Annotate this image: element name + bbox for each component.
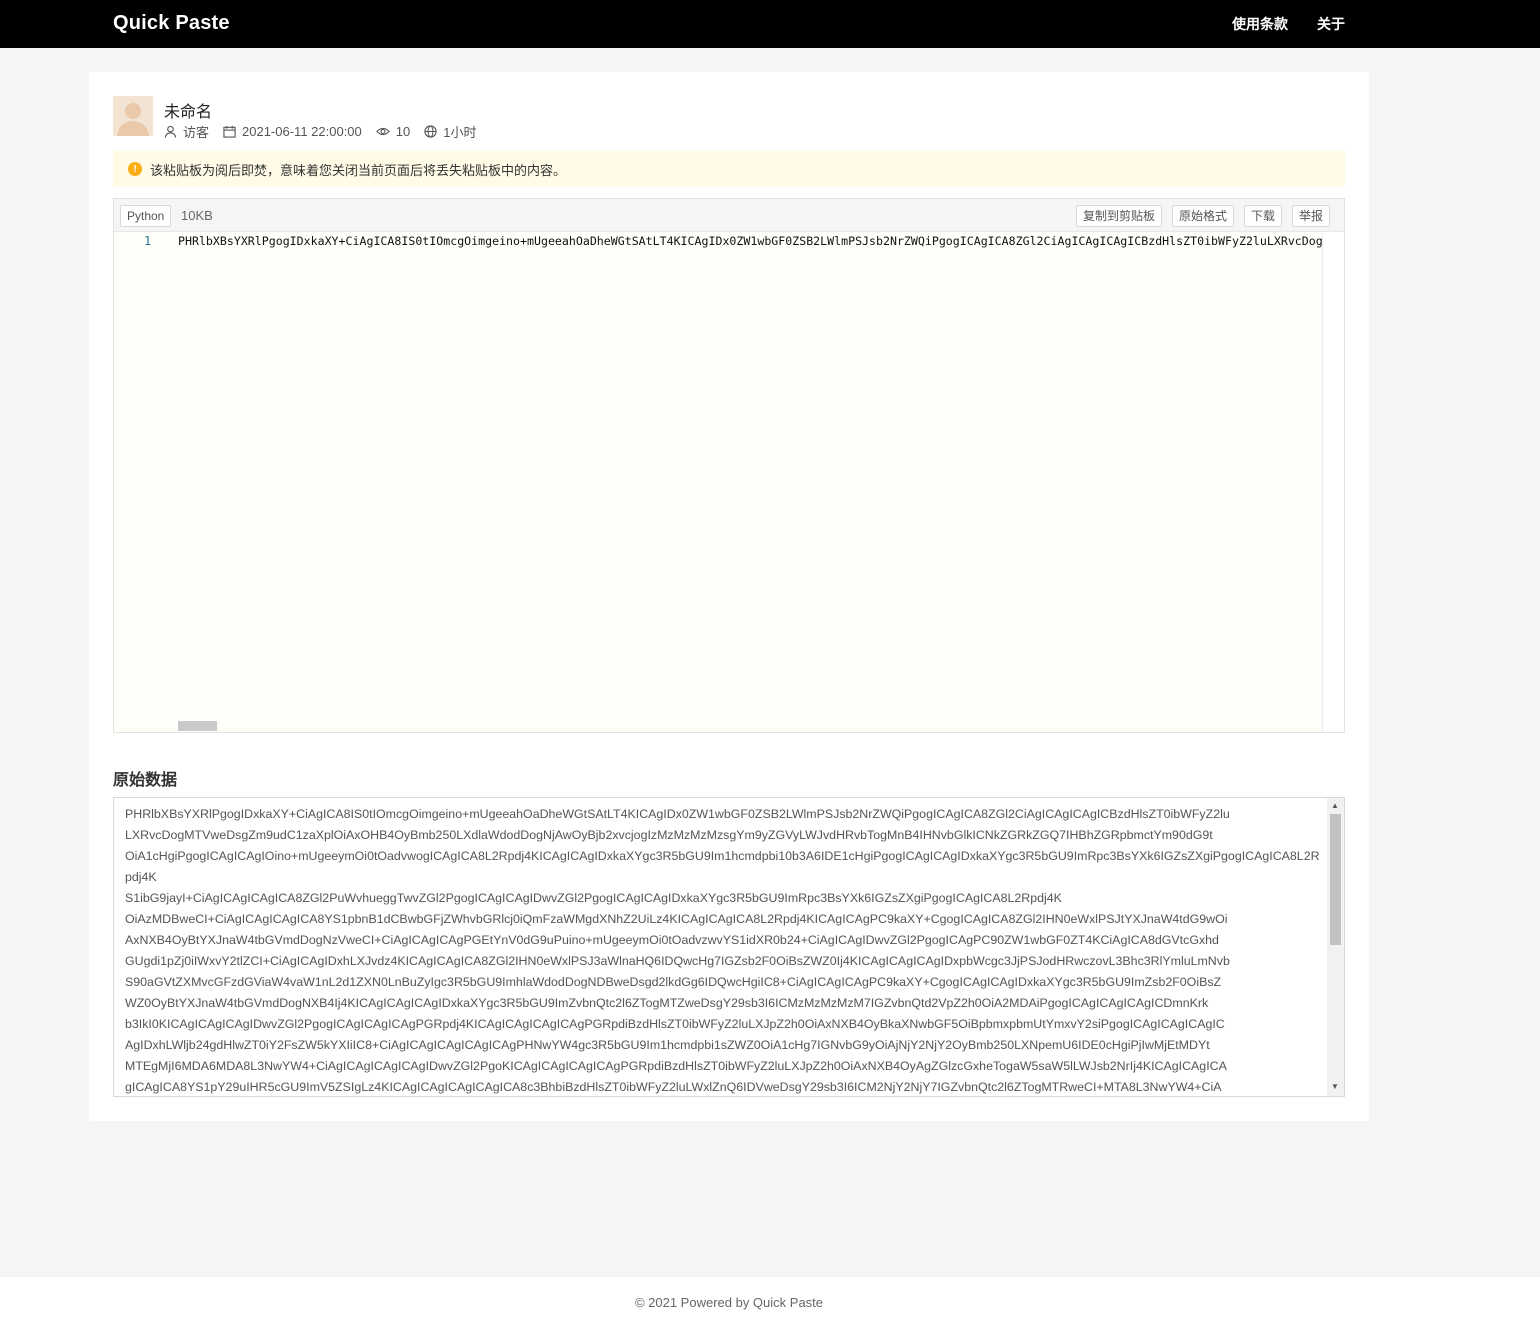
paste-title: 未命名: [164, 104, 213, 121]
raw-data-line: MTEgMjI6MDA6MDA8L3NwYW4+CiAgICAgICAgICAg…: [125, 1059, 1227, 1073]
author-name: 访客: [183, 124, 210, 140]
burn-after-read-alert: ! 该粘贴板为阅后即焚，意味着您关闭当前页面后将丢失粘贴板中的内容。: [113, 151, 1345, 187]
raw-data-line: S90aGVtZXMvcGFzdGViaW4vaW1nL2d1ZXN0LnBuZ…: [125, 975, 1222, 989]
scrollbar-thumb[interactable]: [1330, 814, 1341, 945]
avatar: [113, 96, 153, 136]
exclamation-icon: !: [128, 162, 142, 176]
arrow-down-icon[interactable]: ▼: [1331, 1082, 1339, 1092]
raw-data-line: OiAzMDBweCI+CiAgICAgICAgICA8YS1pbnB1dCBw…: [125, 912, 1228, 926]
calendar-icon: [223, 125, 236, 138]
raw-data-line: PHRlbXBsYXRlPgogIDxkaXY+CiAgICA8IS0tIOmc…: [125, 807, 1230, 821]
footer-copyright: © 2021 Powered by Quick Paste: [634, 1295, 824, 1310]
raw-data-line: OiA1cHgiPgogICAgICAgIOino+mUgeeymOi0tOad…: [125, 849, 1320, 884]
code-editor: Python 10KB 复制到剪贴板 原始格式 下载 举报 1 PHRlbXBs…: [113, 198, 1345, 733]
raw-data-line: AgIDxhLWljb24gdHlwZT0iY2FsZW5kYXIiIC8+Ci…: [125, 1038, 1210, 1052]
raw-data-line: LXRvcDogMTVweDsgZm9udC1zaXplOiAxOHB4OyBm…: [125, 828, 1213, 842]
raw-data-line: AxNXB4OyBtYXJnaW4tbGVmdDogNzVweCI+CiAgIC…: [125, 933, 1219, 947]
nav-link-about[interactable]: 关于: [1317, 14, 1345, 34]
arrow-up-icon[interactable]: ▲: [1331, 801, 1339, 811]
meta-views: 10: [375, 123, 411, 139]
view-count: 10: [395, 123, 411, 139]
download-button[interactable]: 下载: [1244, 205, 1283, 227]
meta-expiry: 1小时: [424, 122, 476, 141]
raw-data-line: b3IkI0KICAgICAgICAgIDwvZGl2PgogICAgICAgI…: [125, 1017, 1225, 1031]
user-icon: [164, 125, 177, 138]
raw-data-line: GUgdi1pZj0iIWxvY2tlZCI+CiAgICAgIDxhLXJvd…: [125, 954, 1230, 968]
copy-to-clipboard-button[interactable]: 复制到剪贴板: [1076, 205, 1163, 227]
raw-data-scrollbar[interactable]: ▲ ▼: [1327, 798, 1344, 1096]
editor-horizontal-scrollbar-thumb[interactable]: [178, 721, 217, 731]
editor-vertical-scrollbar[interactable]: [1322, 233, 1344, 732]
raw-data-line: gICAgICA8YS1pY29uIHR5cGU9ImV5ZSIgLz4KICA…: [125, 1080, 1222, 1094]
alert-text: 该粘贴板为阅后即焚，意味着您关闭当前页面后将丢失粘贴板中的内容。: [150, 162, 567, 178]
paste-date: 2021-06-11 22:00:00: [242, 123, 362, 139]
footer: © 2021 Powered by Quick Paste: [0, 1277, 1540, 1326]
raw-format-button[interactable]: 原始格式: [1172, 205, 1235, 227]
code-line: PHRlbXBsYXRlPgogIDxkaXY+CiAgICA8IS0tIOmc…: [178, 234, 1323, 248]
globe-icon: [424, 124, 437, 138]
nav-link-terms[interactable]: 使用条款: [1232, 14, 1288, 34]
expiry-time: 1小时: [443, 124, 477, 140]
raw-data-textarea[interactable]: PHRlbXBsYXRlPgogIDxkaXY+CiAgICA8IS0tIOmc…: [113, 797, 1345, 1097]
raw-data-line: WZ0OyBtYXJnaW4tbGVmdDogNXB4Ij4KICAgICAgI…: [125, 996, 1209, 1010]
paste-meta: 访客 2021-06-11 22:00:00 10 1小时: [164, 122, 490, 140]
meta-date: 2021-06-11 22:00:00: [223, 124, 362, 139]
paste-card: 未命名 访客 2021-06-11 22:00:00 10 1小时 ! 该粘贴板…: [89, 72, 1369, 1121]
raw-data-heading: 原始数据: [113, 772, 178, 789]
brand-logo[interactable]: Quick Paste: [113, 12, 230, 35]
top-navbar: Quick Paste 使用条款 关于: [0, 0, 1540, 48]
raw-data-text: PHRlbXBsYXRlPgogIDxkaXY+CiAgICA8IS0tIOmc…: [125, 804, 1321, 1096]
code-content[interactable]: 1 PHRlbXBsYXRlPgogIDxkaXY+CiAgICA8IS0tIO…: [114, 233, 1323, 732]
editor-toolbar: Python 10KB 复制到剪贴板 原始格式 下载 举报: [114, 199, 1344, 232]
report-button[interactable]: 举报: [1292, 205, 1331, 227]
file-size: 10KB: [181, 208, 213, 223]
language-tag: Python: [120, 205, 172, 227]
raw-data-line: S1ibG9jayI+CiAgICAgICAgICA8ZGl2PuWvhuegg…: [125, 891, 1062, 905]
meta-author: 访客: [164, 122, 209, 141]
line-number: 1: [144, 234, 152, 248]
eye-icon: [375, 127, 390, 135]
